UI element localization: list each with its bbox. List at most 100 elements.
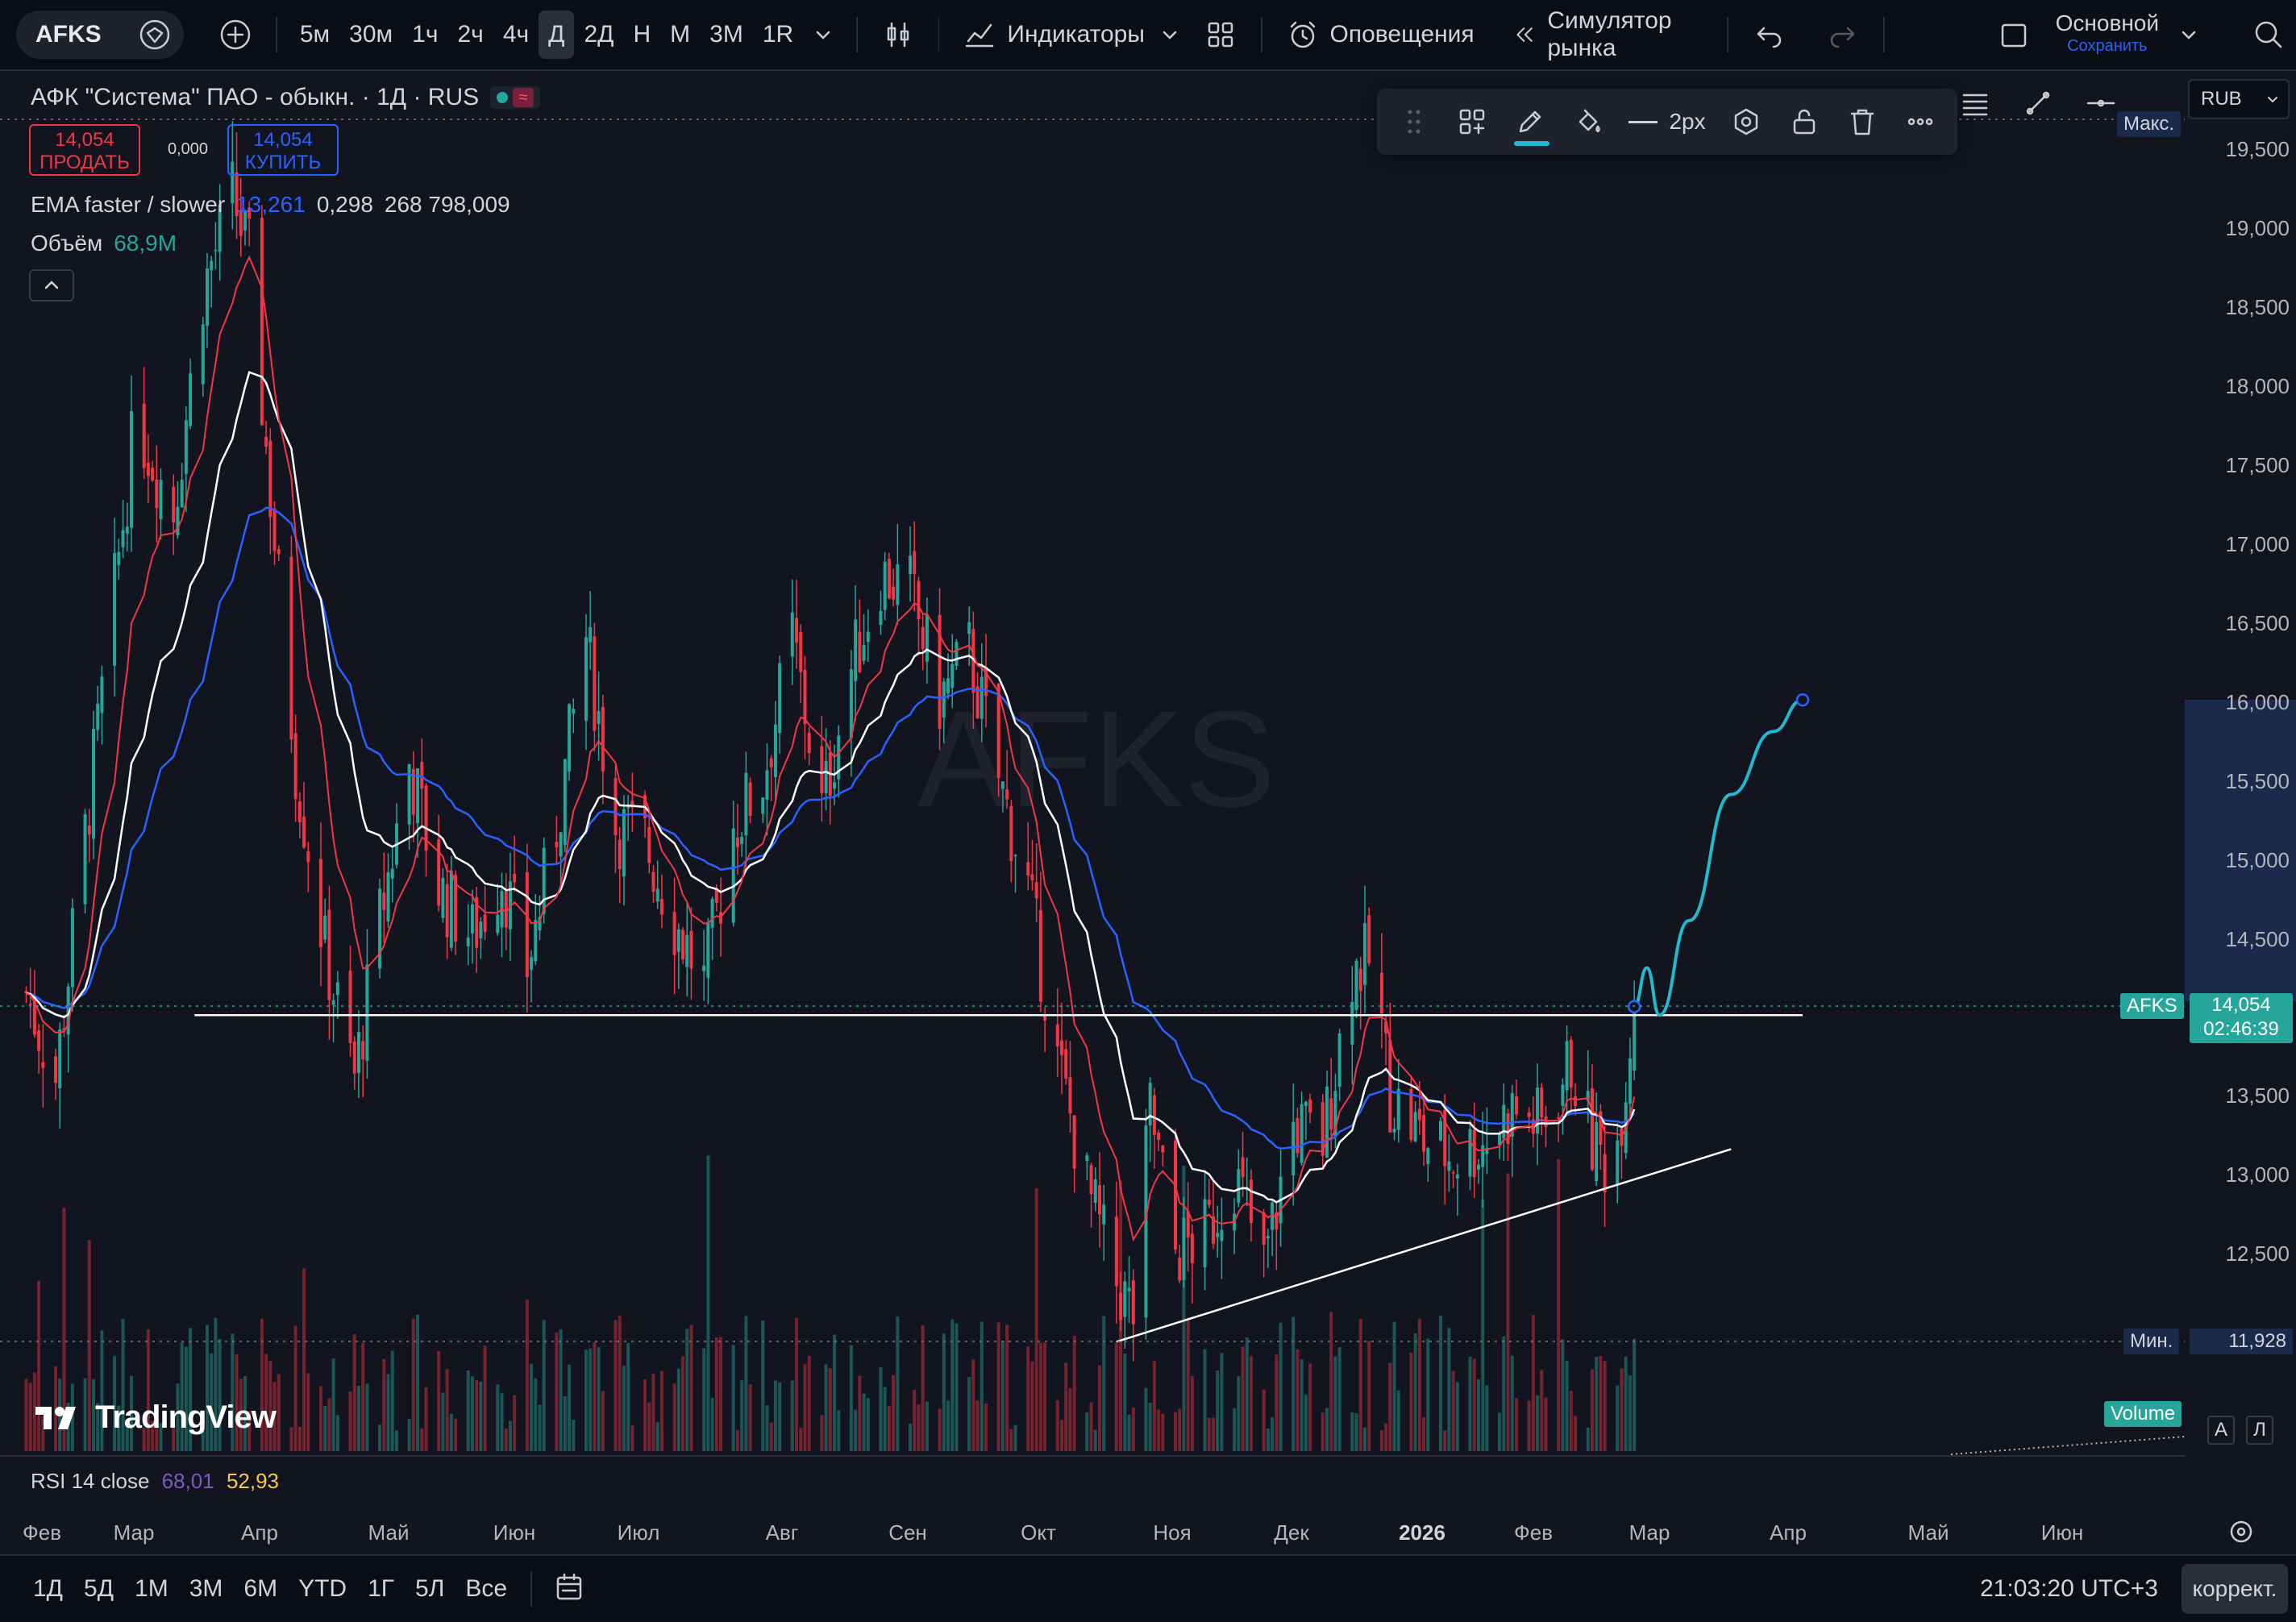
candle-body [1005, 789, 1009, 800]
volume-bar [883, 1387, 887, 1451]
quick-search-button[interactable] [2241, 10, 2296, 59]
range-1m[interactable]: 1М [124, 1575, 179, 1603]
range-all[interactable]: Все [455, 1575, 518, 1603]
candle-body [597, 711, 601, 724]
candle-body [795, 618, 799, 643]
goto-date-button[interactable] [545, 1570, 593, 1609]
interval-5m[interactable]: 5м [290, 10, 339, 59]
alarm-clock-icon [1290, 21, 1315, 48]
settings-button[interactable] [1717, 96, 1775, 148]
candle-body [1620, 1128, 1624, 1146]
chart-type-button[interactable] [871, 10, 925, 59]
trend-line-tool[interactable] [2009, 77, 2067, 129]
volume-bar [1536, 1395, 1540, 1451]
time-label-year: 2026 [1399, 1520, 1445, 1545]
interval-2h[interactable]: 2ч [447, 10, 493, 59]
collapse-legend-button[interactable] [29, 269, 74, 302]
market-status-badge[interactable]: ≈ [490, 86, 541, 109]
volume-bar [761, 1320, 765, 1451]
max-price-tag: Макс. [2117, 111, 2182, 137]
range-3m[interactable]: 3М [179, 1575, 234, 1603]
price-label: 16,000 [2225, 690, 2290, 714]
indicators-icon [966, 23, 994, 48]
candle-body [1178, 1257, 1182, 1281]
volume-bar [917, 1404, 921, 1451]
range-5d[interactable]: 5Д [73, 1575, 124, 1603]
intervals-dropdown[interactable] [803, 10, 843, 59]
volume-bar [702, 1348, 706, 1451]
time-label: Мар [1628, 1520, 1670, 1545]
currency-selector[interactable]: RUB [2188, 79, 2290, 119]
market-simulator-button[interactable]: Симулятор рынка [1500, 7, 1715, 61]
candle-body [378, 888, 382, 969]
time-axis-settings-icon[interactable] [2227, 1517, 2256, 1546]
object-tree-button[interactable] [1946, 77, 2004, 129]
indicators-button[interactable]: Индикаторы [952, 10, 1190, 59]
range-1d[interactable]: 1Д [23, 1575, 73, 1603]
lock-button[interactable] [1775, 96, 1833, 148]
layout-switcher[interactable]: Основной Сохранить [1986, 10, 2209, 59]
candle-body [525, 871, 529, 978]
interval-3month[interactable]: 3М [700, 10, 753, 59]
log-scale-button[interactable]: Л [2246, 1416, 2273, 1445]
candle-body [555, 842, 559, 848]
line-color-button[interactable] [1501, 96, 1559, 148]
add-symbol-button[interactable] [208, 10, 263, 59]
candle-body [913, 551, 917, 574]
drag-handle[interactable] [1385, 96, 1443, 148]
ema-legend[interactable]: EMA faster / slower 13,261 0,298 268 798… [31, 192, 510, 218]
layouts-button[interactable] [1193, 10, 1248, 59]
candle-body [361, 1041, 365, 1060]
volume-bar [1455, 1382, 1459, 1451]
symbol-search[interactable]: AFKS [16, 10, 185, 59]
volume-bar [1476, 1379, 1480, 1451]
interval-30m[interactable]: 30м [339, 10, 402, 59]
time-axis[interactable]: Фев Мар Апр Май Июн Июл Авг Сен Окт Ноя … [0, 1508, 2296, 1556]
alerts-button[interactable]: Оповещения [1275, 10, 1484, 59]
range-1y[interactable]: 1Г [357, 1575, 405, 1603]
rsi-legend[interactable]: RSI 14 close 68,01 52,93 [31, 1469, 279, 1494]
volume-legend[interactable]: Объём 68,9M [31, 231, 177, 256]
interval-4h[interactable]: 4ч [493, 10, 539, 59]
line-width-button[interactable]: 2px [1617, 96, 1716, 148]
interval-1r[interactable]: 1R [753, 10, 803, 59]
compare-icon[interactable] [137, 17, 173, 52]
interval-2d[interactable]: 2Д [574, 10, 623, 59]
tradingview-logo[interactable]: TradingView [34, 1399, 277, 1436]
price-label: 15,000 [2225, 848, 2290, 872]
volume-bar [1127, 1414, 1131, 1451]
adjust-data-button[interactable]: коррект. [2182, 1564, 2288, 1614]
interval-week[interactable]: Н [623, 10, 660, 59]
range-ytd[interactable]: YTD [288, 1575, 357, 1603]
interval-month[interactable]: М [660, 10, 700, 59]
volume-bar [1354, 1412, 1358, 1451]
candle-body [129, 410, 133, 528]
buy-button[interactable]: 14,054 КУПИТЬ [227, 124, 339, 176]
volume-bar [1279, 1322, 1283, 1451]
candle-body [1447, 1161, 1451, 1171]
interval-1d[interactable]: Д [539, 10, 575, 59]
more-options-button[interactable] [1891, 96, 1949, 148]
undo-button[interactable] [1741, 10, 1796, 59]
interval-1h[interactable]: 1ч [402, 10, 447, 59]
price-chart[interactable]: AFKS [0, 73, 2296, 1508]
fill-color-button[interactable] [1559, 96, 1617, 148]
auto-scale-button[interactable]: A [2207, 1416, 2235, 1445]
template-button[interactable] [1443, 96, 1501, 148]
plus-circle-icon [221, 19, 251, 50]
redo-button[interactable] [1816, 10, 1870, 59]
forecast-anchor-end[interactable] [1795, 693, 1810, 707]
delete-button[interactable] [1833, 96, 1891, 148]
range-6m[interactable]: 6М [233, 1575, 288, 1603]
volume-bar [685, 1329, 689, 1451]
rewind-icon [1516, 27, 1533, 42]
range-5y[interactable]: 5Л [405, 1575, 455, 1603]
sell-button[interactable]: 14,054 ПРОДАТЬ [29, 124, 140, 176]
clock-timezone[interactable]: 21:03:20 UTC+3 [1980, 1575, 2158, 1603]
candle-body [778, 663, 782, 734]
window-icon [2001, 23, 2026, 48]
volume-bar [538, 1404, 542, 1451]
candle-body [1131, 1280, 1135, 1325]
volume-bar [1072, 1335, 1076, 1451]
layout-save-link: Сохранить [2067, 37, 2148, 55]
